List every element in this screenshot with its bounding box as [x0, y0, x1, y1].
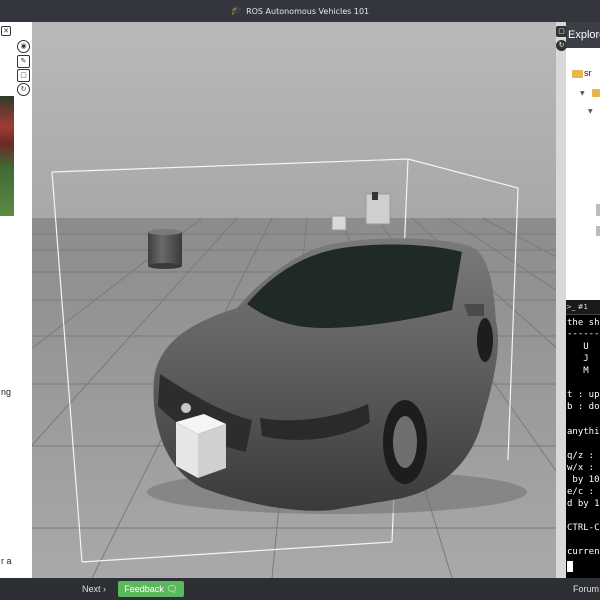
app-title: ROS Autonomous Vehicles 101	[246, 6, 370, 16]
car-badge-icon	[181, 403, 191, 413]
terminal-line: e/c :	[567, 487, 595, 497]
forum-link[interactable]: Forum	[573, 582, 599, 596]
sky-backdrop	[32, 22, 556, 218]
terminal-line: ------	[567, 329, 600, 339]
graduation-cap-icon: 🎓	[230, 6, 243, 16]
terminal-line: U	[567, 342, 589, 352]
lidar-sensor-box	[176, 414, 226, 478]
explorer-title: Explorer	[566, 22, 600, 48]
terminal-line: w/x :	[567, 463, 595, 473]
terminal-line: q/z :	[567, 451, 595, 461]
chat-bubble-icon: 🗨	[166, 584, 178, 594]
folder-label[interactable]: sr	[584, 68, 592, 78]
terminal-tab[interactable]: >_ #1	[566, 300, 600, 315]
terminal-line: M	[567, 366, 589, 376]
app-title-bar: 🎓 ROS Autonomous Vehicles 101	[0, 0, 600, 22]
refresh-icon[interactable]: ↻	[17, 83, 30, 96]
terminal-line: the sh	[567, 318, 600, 328]
right-toolbar: ▢ ↻	[556, 22, 567, 578]
expand-triangle-icon[interactable]: ▼	[588, 108, 593, 115]
scrollbar-thumb[interactable]	[596, 204, 600, 216]
folder-icon[interactable]	[592, 89, 600, 97]
feedback-label: Feedback	[124, 584, 164, 594]
simulation-thumbnail-image	[0, 96, 14, 216]
terminal-line: J	[567, 354, 589, 364]
wrench-icon[interactable]: ✎	[17, 55, 30, 68]
folder-icon[interactable]	[572, 70, 583, 78]
terminal-line: b : do	[567, 402, 600, 412]
cylinder-obstacle	[148, 229, 182, 269]
bottom-nav-bar: Next › Feedback 🗨 Forum	[0, 578, 600, 600]
close-icon[interactable]: ✕	[1, 26, 11, 36]
scrollbar-thumb[interactable]	[596, 226, 600, 236]
terminal-line: d by 1	[567, 499, 600, 509]
feedback-button[interactable]: Feedback 🗨	[118, 581, 184, 597]
notebook-text-fragment: r a	[1, 556, 12, 566]
scene-canvas	[32, 22, 556, 578]
terminal-line: CTRL-C	[567, 523, 600, 533]
gazebo-3d-viewport[interactable]	[32, 22, 556, 578]
notebook-text-fragment: ng	[1, 387, 12, 397]
file-explorer-panel: Explorer sr ▼ ▼	[566, 22, 600, 300]
terminal-panel[interactable]: >_ #1 the sh ------ U J M t : up b : do …	[566, 300, 600, 578]
eye-icon[interactable]: ◉	[17, 40, 30, 53]
terminal-line: by 10	[567, 475, 600, 485]
fullscreen-icon[interactable]: ▢	[17, 69, 30, 82]
terminal-line: curren	[567, 547, 600, 557]
terminal-line: t : up	[567, 390, 600, 400]
notebook-panel: ✕ ng r a	[0, 22, 15, 578]
viewport-toolbar: ◉ ✎ ▢ ↻	[14, 22, 33, 578]
expand-triangle-icon[interactable]: ▼	[580, 90, 585, 97]
terminal-cursor	[567, 561, 573, 572]
terminal-line: anythi	[567, 427, 600, 437]
next-button[interactable]: Next ›	[82, 582, 106, 596]
